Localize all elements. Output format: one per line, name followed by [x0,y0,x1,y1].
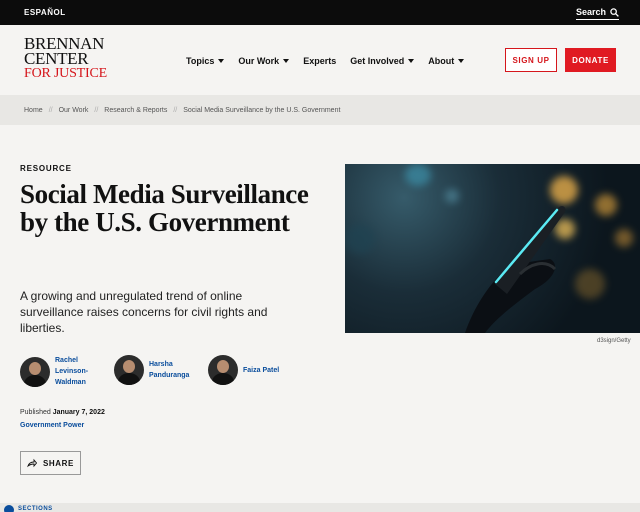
author-rachel[interactable]: Rachel Levinson-Waldman [20,355,95,388]
author-harsha[interactable]: Harsha Panduranga [114,355,193,385]
nav-label: About [428,56,455,66]
caret-down-icon [283,59,290,63]
nav-get-involved[interactable]: Get Involved [350,56,415,66]
published-date-value: January 7, 2022 [52,409,105,416]
nav-experts[interactable]: Experts [303,56,336,66]
search-button[interactable]: Search [576,7,620,20]
nav-label: Topics [186,56,215,66]
content-type-label: RESOURCE [20,164,72,173]
top-utility-bar: ESPAÑOL Search [0,0,640,25]
article-dek: A growing and unregulated trend of onlin… [20,289,268,335]
author-faiza[interactable]: Faiza Patel [208,355,293,385]
main-nav: Topics Our Work Experts Get Involved Abo… [186,56,478,66]
caret-down-icon [458,59,465,63]
breadcrumb-separator: // [173,106,178,114]
avatar [114,355,144,385]
sections-bar[interactable]: SECTIONS [0,503,640,512]
breadcrumb-home[interactable]: Home [24,107,43,114]
share-label: SHARE [42,458,74,468]
published-label: Published [20,409,51,416]
caret-down-icon [408,59,415,63]
hand-with-phone-illustration [465,206,566,333]
caret-down-icon [218,59,225,63]
author-name: Harsha Panduranga [149,361,190,379]
search-label: Search [576,7,607,17]
nav-our-work[interactable]: Our Work [238,56,290,66]
breadcrumb-research[interactable]: Research & Reports [104,107,167,114]
nav-about[interactable]: About [428,56,465,66]
hero-image [345,164,640,333]
share-button[interactable]: SHARE [20,451,81,475]
sections-label: SECTIONS [18,506,53,512]
breadcrumb-separator: // [48,106,53,114]
nav-label: Get Involved [350,56,405,66]
breadcrumb-separator: // [94,106,99,114]
breadcrumb-our-work[interactable]: Our Work [59,107,89,114]
nav-label: Our Work [238,56,280,66]
language-link[interactable]: ESPAÑOL [24,8,66,17]
site-header: BRENNAN CENTER FOR JUSTICE Topics Our Wo… [0,25,640,95]
breadcrumb-current: Social Media Surveillance by the U.S. Go… [183,106,341,114]
topic-link[interactable]: Government Power [20,422,84,429]
donate-button[interactable]: DONATE [565,48,616,72]
brennan-center-logo[interactable]: BRENNAN CENTER FOR JUSTICE [24,35,107,81]
breadcrumb: Home // Our Work // Research & Reports /… [0,95,640,125]
sections-icon [4,505,14,512]
search-icon [610,7,619,17]
publish-date: Published January 7, 2022 [20,409,105,416]
author-name: Faiza Patel [243,366,280,374]
logo-line-2: CENTER [24,49,89,68]
sign-up-button[interactable]: SIGN UP [505,48,557,72]
page-title: Social Media Surveillance by the U.S. Go… [20,179,309,237]
nav-topics[interactable]: Topics [186,56,225,66]
nav-label: Experts [303,56,337,66]
avatar [20,356,50,387]
image-credit: d3sign/Getty [597,338,631,344]
logo-line-3: FOR JUSTICE [24,66,107,81]
author-name: Rachel Levinson-Waldman [55,357,89,386]
avatar [208,355,238,385]
share-icon [27,458,37,468]
